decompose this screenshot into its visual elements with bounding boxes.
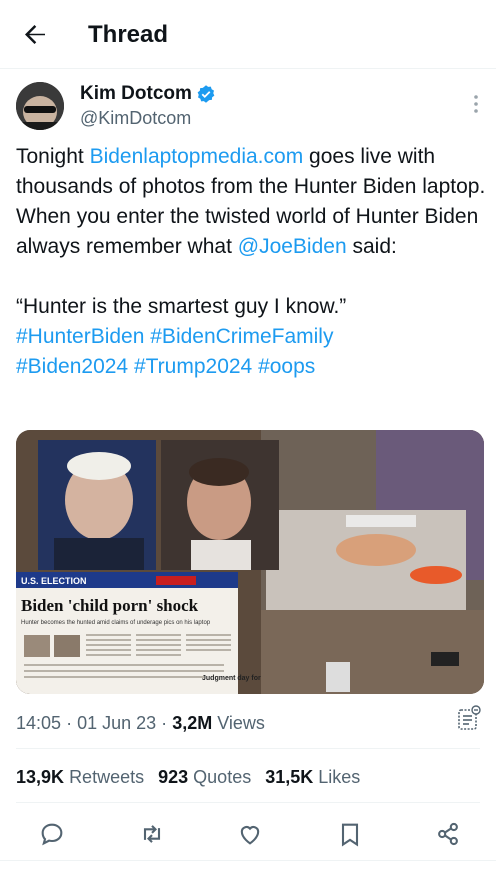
verified-badge-icon [197, 85, 215, 103]
website-link[interactable]: Bidenlaptopmedia.com [90, 145, 304, 168]
likes-stat[interactable]: 31,5K Likes [265, 764, 360, 790]
top-bar: Thread [0, 0, 496, 69]
quotes-label: Quotes [193, 767, 252, 787]
divider [16, 802, 480, 803]
newspaper-headline: Biden 'child porn' shock [21, 596, 199, 615]
tweet-text: Tonight Bidenlaptopmedia.com goes live w… [16, 142, 486, 382]
quotes-count: 923 [158, 767, 189, 787]
more-icon[interactable] [472, 92, 480, 116]
likes-label: Likes [318, 767, 361, 787]
retweets-stat[interactable]: 13,9K Retweets [16, 764, 144, 790]
newspaper-stamp: Judgment day for [202, 675, 261, 682]
mention-link[interactable]: @JoeBiden [238, 235, 347, 258]
text-segment: Tonight [16, 145, 90, 168]
hashtags-line-2[interactable]: #Biden2024 #Trump2024 #oops [16, 355, 315, 378]
avatar-image [16, 82, 64, 130]
share-icon[interactable] [434, 820, 462, 848]
meta-separator: · [66, 713, 73, 733]
tweet-time[interactable]: 14:05 [16, 713, 61, 733]
meta-separator: · [161, 713, 168, 733]
newspaper-subhead: Hunter becomes the hunted amid claims of… [21, 620, 211, 626]
avatar[interactable] [16, 82, 64, 130]
engagement-stats: 13,9K Retweets 923 Quotes 31,5K Likes [16, 764, 360, 790]
quotes-stat[interactable]: 923 Quotes [158, 764, 251, 790]
views-count: 3,2M [172, 713, 213, 733]
back-arrow-icon[interactable] [20, 20, 50, 50]
page-title: Thread [88, 21, 169, 48]
analytics-icon[interactable] [456, 705, 482, 731]
tweet-media[interactable]: U.S. ELECTION Biden 'child porn' shock H… [16, 430, 484, 694]
likes-count: 31,5K [265, 767, 314, 787]
retweets-label: Retweets [69, 767, 145, 787]
retweet-icon[interactable] [138, 820, 166, 848]
media-collage: U.S. ELECTION Biden 'child porn' shock H… [16, 430, 484, 694]
tweet-meta: 14:05 · 01 Jun 23 · 3,2M Views [16, 710, 265, 736]
bookmark-icon[interactable] [336, 820, 364, 848]
reply-icon[interactable] [38, 820, 66, 848]
action-bar [0, 816, 496, 852]
divider [16, 748, 480, 749]
author-name-text: Kim Dotcom [80, 83, 192, 104]
tweet-date[interactable]: 01 Jun 23 [77, 713, 156, 733]
divider [0, 860, 496, 861]
author-name[interactable]: Kim Dotcom [80, 82, 216, 106]
like-icon[interactable] [236, 820, 264, 848]
author-handle[interactable]: @KimDotcom [80, 106, 191, 130]
views-label: Views [217, 713, 265, 733]
retweets-count: 13,9K [16, 767, 65, 787]
newspaper-section: U.S. ELECTION [21, 576, 87, 586]
hashtags-line-1[interactable]: #HunterBiden #BidenCrimeFamily [16, 325, 333, 348]
